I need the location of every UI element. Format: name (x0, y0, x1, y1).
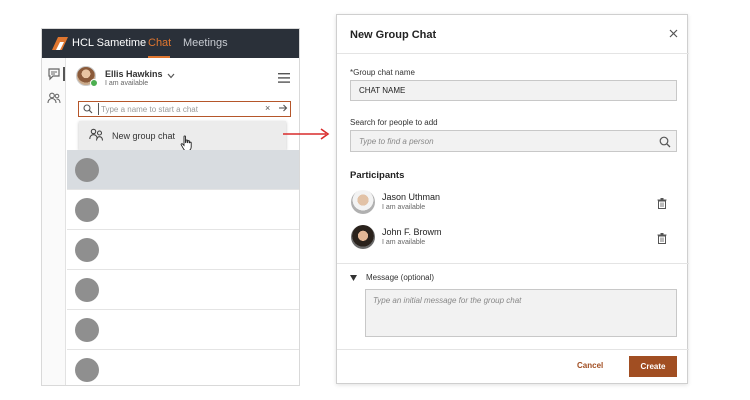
people-icon[interactable] (47, 91, 61, 105)
contact-avatar (75, 358, 99, 382)
participants-title: Participants (350, 170, 405, 181)
arrow-right-icon[interactable] (278, 103, 288, 113)
group-name-label: *Group chat name (350, 68, 415, 77)
red-arrow-icon (283, 128, 330, 140)
contact-avatar (75, 278, 99, 302)
sametime-app-window: HCL Sametime Chat Meetings Ellis Hawkins… (41, 28, 300, 386)
active-tab-indicator (148, 56, 170, 58)
chat-search-input[interactable] (98, 103, 248, 115)
contact-avatar (75, 238, 99, 262)
hamburger-menu-icon[interactable] (278, 73, 290, 83)
chat-search-box: × (78, 101, 291, 117)
group-name-input[interactable] (350, 80, 677, 101)
chat-bubble-icon[interactable] (47, 67, 61, 81)
chevron-down-icon[interactable] (167, 73, 175, 79)
new-group-chat-label: New group chat (112, 131, 176, 141)
chat-list-item[interactable] (67, 270, 299, 310)
participant-name: Jason Uthman (382, 192, 441, 202)
top-nav-bar: HCL Sametime Chat Meetings (42, 29, 299, 58)
contact-avatar (75, 318, 99, 342)
people-search-label: Search for people to add (350, 118, 438, 127)
cancel-button[interactable]: Cancel (577, 361, 603, 370)
participant-name: John F. Browm (382, 227, 442, 237)
triangle-down-icon[interactable] (350, 275, 357, 281)
tab-meetings[interactable]: Meetings (183, 37, 228, 49)
contact-avatar (75, 198, 99, 222)
chat-list-item[interactable] (67, 310, 299, 350)
app-title: HCL Sametime (72, 37, 147, 49)
participant-avatar (351, 225, 375, 249)
trash-icon[interactable] (657, 198, 667, 209)
user-status: I am available (105, 80, 149, 87)
chat-list-item[interactable] (67, 190, 299, 230)
tab-chat[interactable]: Chat (148, 37, 171, 49)
footer-divider (337, 349, 689, 350)
create-button[interactable]: Create (629, 356, 677, 377)
trash-icon[interactable] (657, 233, 667, 244)
new-group-chat-menu-item[interactable]: New group chat (79, 121, 286, 152)
message-input[interactable] (365, 289, 677, 337)
contact-avatar (75, 158, 99, 182)
left-icon-rail (42, 58, 66, 385)
group-icon (89, 128, 104, 141)
dialog-header-divider (337, 53, 689, 54)
rail-active-indicator (63, 67, 65, 81)
participant-status: I am available (382, 239, 426, 246)
participant-avatar (351, 190, 375, 214)
message-label[interactable]: Message (optional) (366, 273, 434, 282)
close-icon[interactable] (669, 29, 678, 38)
people-search-box (350, 130, 677, 152)
chat-list-item[interactable] (67, 230, 299, 270)
participants-divider (337, 263, 689, 264)
dialog-title: New Group Chat (350, 29, 437, 41)
new-group-chat-dialog: New Group Chat *Group chat name Search f… (336, 14, 689, 384)
participant-status: I am available (382, 204, 426, 211)
chat-list-item[interactable] (67, 150, 299, 190)
sametime-logo-icon (52, 37, 68, 50)
user-name: Ellis Hawkins (105, 69, 163, 79)
close-icon[interactable]: × (265, 103, 270, 113)
available-status-dot (90, 79, 98, 87)
search-icon (83, 104, 93, 114)
chat-list-item[interactable] (67, 350, 299, 385)
people-search-input[interactable] (359, 135, 639, 147)
search-icon[interactable] (659, 136, 671, 148)
